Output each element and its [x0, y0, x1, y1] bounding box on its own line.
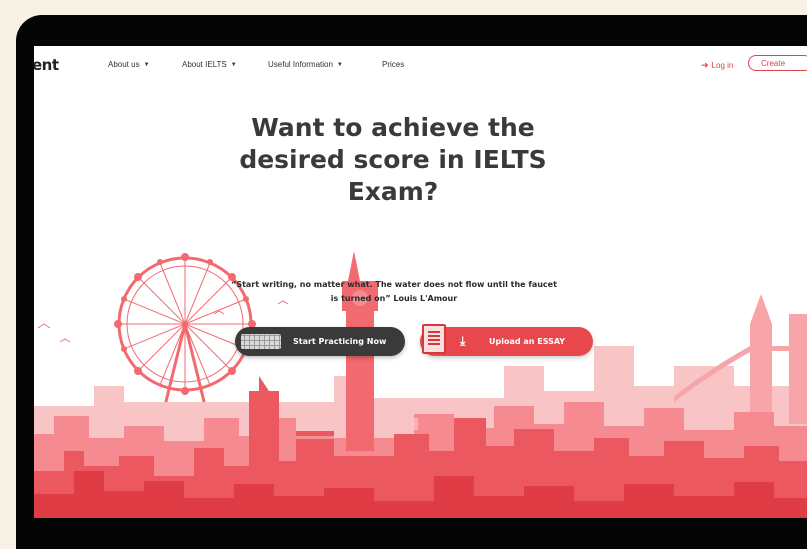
headline-line: Want to achieve the — [251, 113, 535, 142]
caret-down-icon: ▼ — [143, 61, 150, 68]
login-link[interactable]: ➜ Log in — [701, 60, 733, 71]
browser-screen: ent About us ▼ About IELTS ▼ Useful Inform… — [34, 46, 807, 518]
caret-down-icon: ▼ — [230, 61, 237, 68]
quote-line: is turned on” Louis L'Amour — [330, 294, 458, 303]
headline-line: Exam? — [347, 177, 439, 206]
nav-item-label: Useful Information — [268, 60, 333, 69]
nav-item-useful-information[interactable]: Useful Information ▼ — [268, 60, 343, 69]
start-practicing-button[interactable]: Start Practicing Now — [235, 327, 405, 356]
nav-item-label: Prices — [382, 60, 405, 69]
nav-item-prices[interactable]: Prices — [382, 60, 404, 69]
keyboard-icon — [241, 334, 281, 349]
document-icon — [422, 324, 446, 354]
hero-headline: Want to achieve the desired score in IEL… — [34, 112, 752, 208]
caret-down-icon: ▼ — [336, 61, 343, 68]
site-logo[interactable]: ent — [34, 56, 59, 74]
nav-item-label: About IELTS — [182, 60, 227, 69]
upload-essay-label: Upload an ESSAY — [489, 337, 566, 346]
nav-item-about-us[interactable]: About us ▼ — [108, 60, 150, 69]
create-account-button[interactable]: Create — [748, 55, 807, 71]
start-practicing-label: Start Practicing Now — [293, 337, 387, 346]
headline-line: desired score in IELTS — [239, 145, 547, 174]
quote-line: “Start writing, no matter what. The wate… — [231, 280, 557, 289]
nav-item-label: About us — [108, 60, 140, 69]
top-navbar: ent About us ▼ About IELTS ▼ Useful Inform… — [34, 46, 807, 84]
login-label: Log in — [711, 61, 734, 70]
upload-icon: ⤓ — [460, 334, 466, 348]
login-icon: ➜ — [701, 60, 709, 70]
upload-essay-button[interactable]: ⤓ Upload an ESSAY — [420, 324, 593, 356]
hero-quote: “Start writing, no matter what. The wate… — [189, 278, 599, 306]
nav-item-about-ielts[interactable]: About IELTS ▼ — [182, 60, 237, 69]
